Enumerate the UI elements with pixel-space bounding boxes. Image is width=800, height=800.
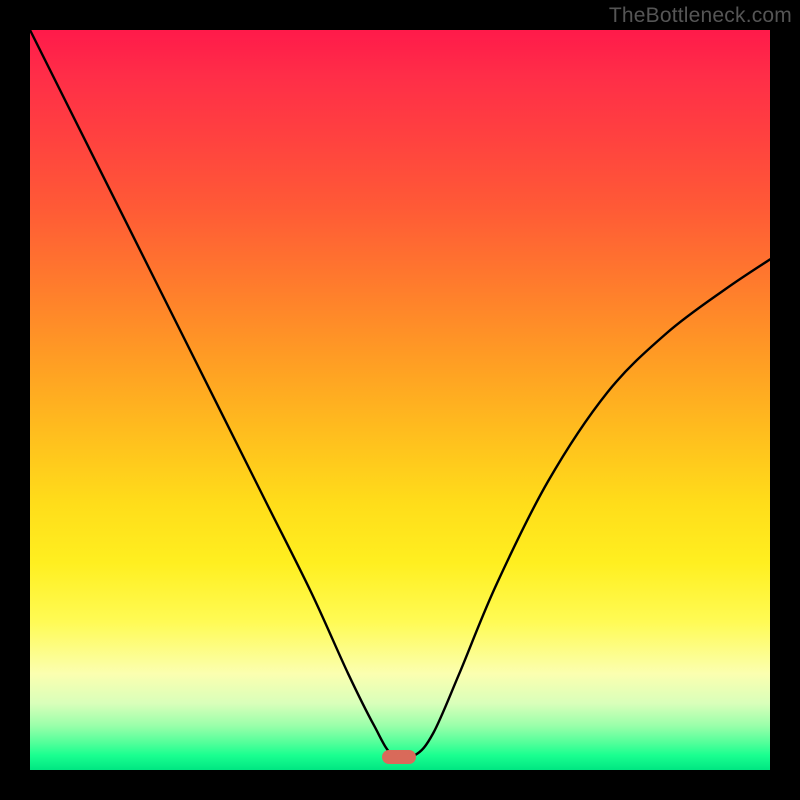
plot-area bbox=[30, 30, 770, 770]
watermark-text: TheBottleneck.com bbox=[609, 4, 792, 28]
bottleneck-curve bbox=[30, 30, 770, 770]
curve-path bbox=[30, 30, 770, 758]
optimum-marker bbox=[382, 750, 416, 764]
chart-frame: TheBottleneck.com bbox=[0, 0, 800, 800]
